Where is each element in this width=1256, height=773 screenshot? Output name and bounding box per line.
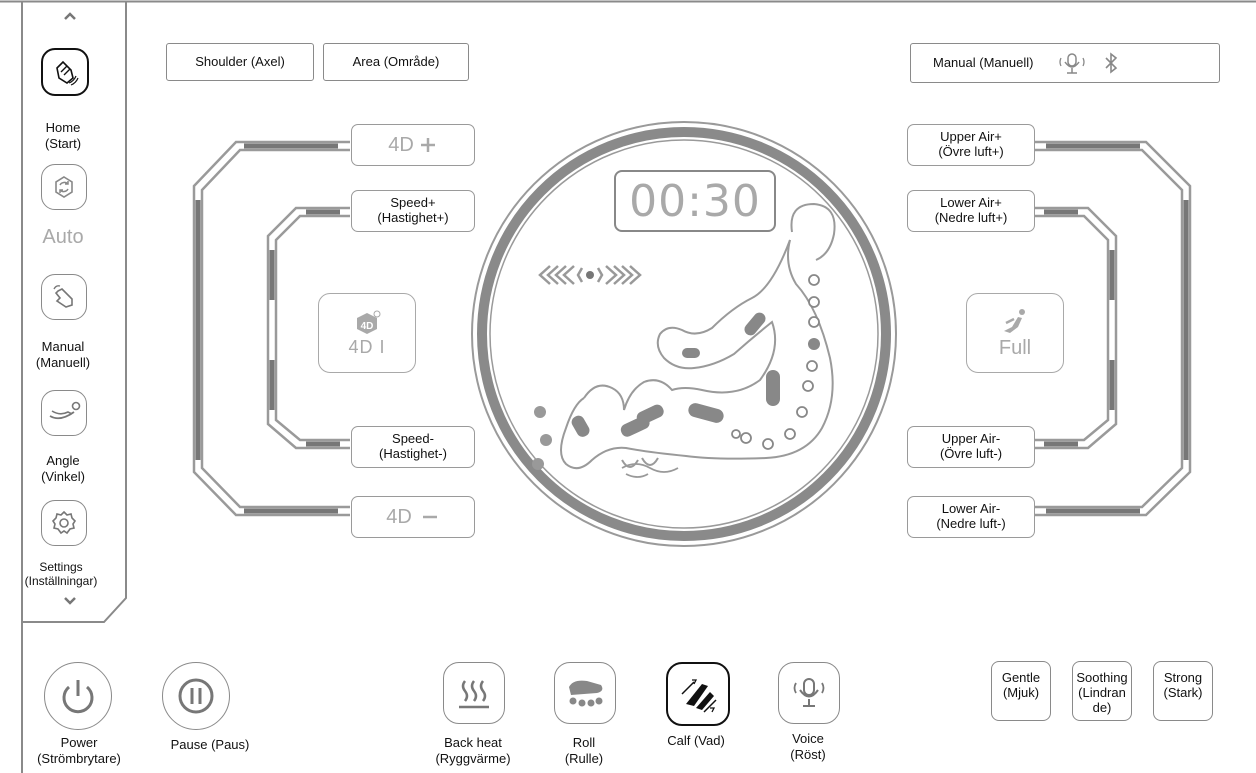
mode-status-bar: Manual (Manuell) [910,43,1220,83]
microphone-icon [1059,53,1086,74]
4d-cube-icon: 4D [357,310,381,334]
lower-air-plus-button[interactable]: Lower Air+ (Nedre luft+) [907,190,1035,232]
voice-microphone-icon [793,678,825,707]
foot-roller-icon [569,680,603,707]
area-button[interactable]: Area (Område) [323,43,469,81]
power-label: Power (Strömbrytare) [37,735,121,766]
calf-button[interactable] [666,662,730,726]
sidebar-item-manual[interactable] [41,274,87,320]
massage-body-diagram [532,202,836,478]
sidebar-item-auto[interactable] [41,164,87,210]
upper-air-plus-label: Upper Air+ (Övre luft+) [938,129,1004,159]
hand-icon [56,60,79,86]
4d-mode-display: 4D 4D I [318,293,416,373]
pause-icon [178,678,214,714]
mode-label: Manual (Manuell) [933,54,1034,70]
upper-air-minus-button[interactable]: Upper Air- (Övre luft-) [907,426,1035,468]
shoulder-button[interactable]: Shoulder (Axel) [166,43,314,81]
area-label: Area (Område) [352,53,440,69]
shoulder-label: Shoulder (Axel) [195,53,285,69]
speed-minus-button[interactable]: Speed- (Hastighet-) [351,426,475,468]
recline-icon [49,401,81,420]
calf-massage-icon [681,679,717,713]
speed-plus-button[interactable]: Speed+ (Hastighet+) [351,190,475,232]
gear-icon [51,510,77,535]
sidebar-item-home[interactable] [41,48,89,96]
pause-button[interactable] [162,662,230,730]
sync-icon [55,176,73,198]
lower-air-plus-label: Lower Air+ (Nedre luft+) [934,195,1008,225]
upper-air-plus-button[interactable]: Upper Air+ (Övre luft+) [907,124,1035,166]
gentle-label: Gentle (Mjuk) [1001,670,1041,700]
pointing-hand-icon [53,285,73,308]
4d-plus-label: 4D [388,133,414,156]
voice-label: Voice (Röst) [790,731,826,762]
roll-button[interactable] [554,662,616,724]
lower-air-minus-label: Lower Air- (Nedre luft-) [936,501,1006,531]
scroll-up-button[interactable] [60,6,80,24]
back-heat-label: Back heat (Ryggvärme) [435,735,511,766]
4d-minus-label: 4D [386,505,412,528]
4d-mode-label: 4D I [348,336,386,357]
full-mode-display: Full [966,293,1064,373]
roll-label: Roll (Rulle) [564,735,604,766]
sidebar-label-manual: Manual (Manuell) [35,339,91,370]
reclining-person-icon [1004,308,1025,333]
voice-button[interactable] [778,662,840,724]
strong-label: Strong (Stark) [1163,670,1203,700]
minus-icon [422,515,437,519]
upper-air-minus-label: Upper Air- (Övre luft-) [939,431,1003,461]
strong-button[interactable]: Strong (Stark) [1153,661,1213,721]
sidebar-label-settings: Settings (Inställningar) [24,560,98,589]
power-icon [62,680,94,714]
4d-plus-button[interactable]: 4D [351,124,475,166]
gentle-button[interactable]: Gentle (Mjuk) [991,661,1051,721]
back-heat-button[interactable] [443,662,505,724]
calf-label: Calf (Vad) [667,733,725,748]
soothing-label: Soothing (Lindran de) [1076,670,1128,715]
sidebar-label-auto: Auto [42,226,84,248]
sidebar-item-settings[interactable] [41,500,87,546]
sidebar-item-angle[interactable] [41,390,87,436]
plus-icon [420,138,435,152]
svg-text:4D: 4D [361,321,374,332]
4d-minus-button[interactable]: 4D [351,496,475,538]
power-button[interactable] [44,662,112,730]
speed-minus-label: Speed- (Hastighet-) [379,431,447,461]
scroll-down-button[interactable] [60,592,80,610]
pause-label: Pause (Paus) [170,737,250,752]
speed-plus-label: Speed+ (Hastighet+) [377,195,449,225]
chevron-down-icon [64,597,76,605]
sidebar-label-home: Home (Start) [44,120,82,151]
sidebar-label-angle: Angle (Vinkel) [41,453,85,484]
soothing-button[interactable]: Soothing (Lindran de) [1072,661,1132,721]
bluetooth-icon [1105,52,1118,74]
lower-air-minus-button[interactable]: Lower Air- (Nedre luft-) [907,496,1035,538]
chevron-up-icon [64,12,76,20]
full-mode-label: Full [998,336,1032,359]
heat-waves-icon [459,680,489,709]
